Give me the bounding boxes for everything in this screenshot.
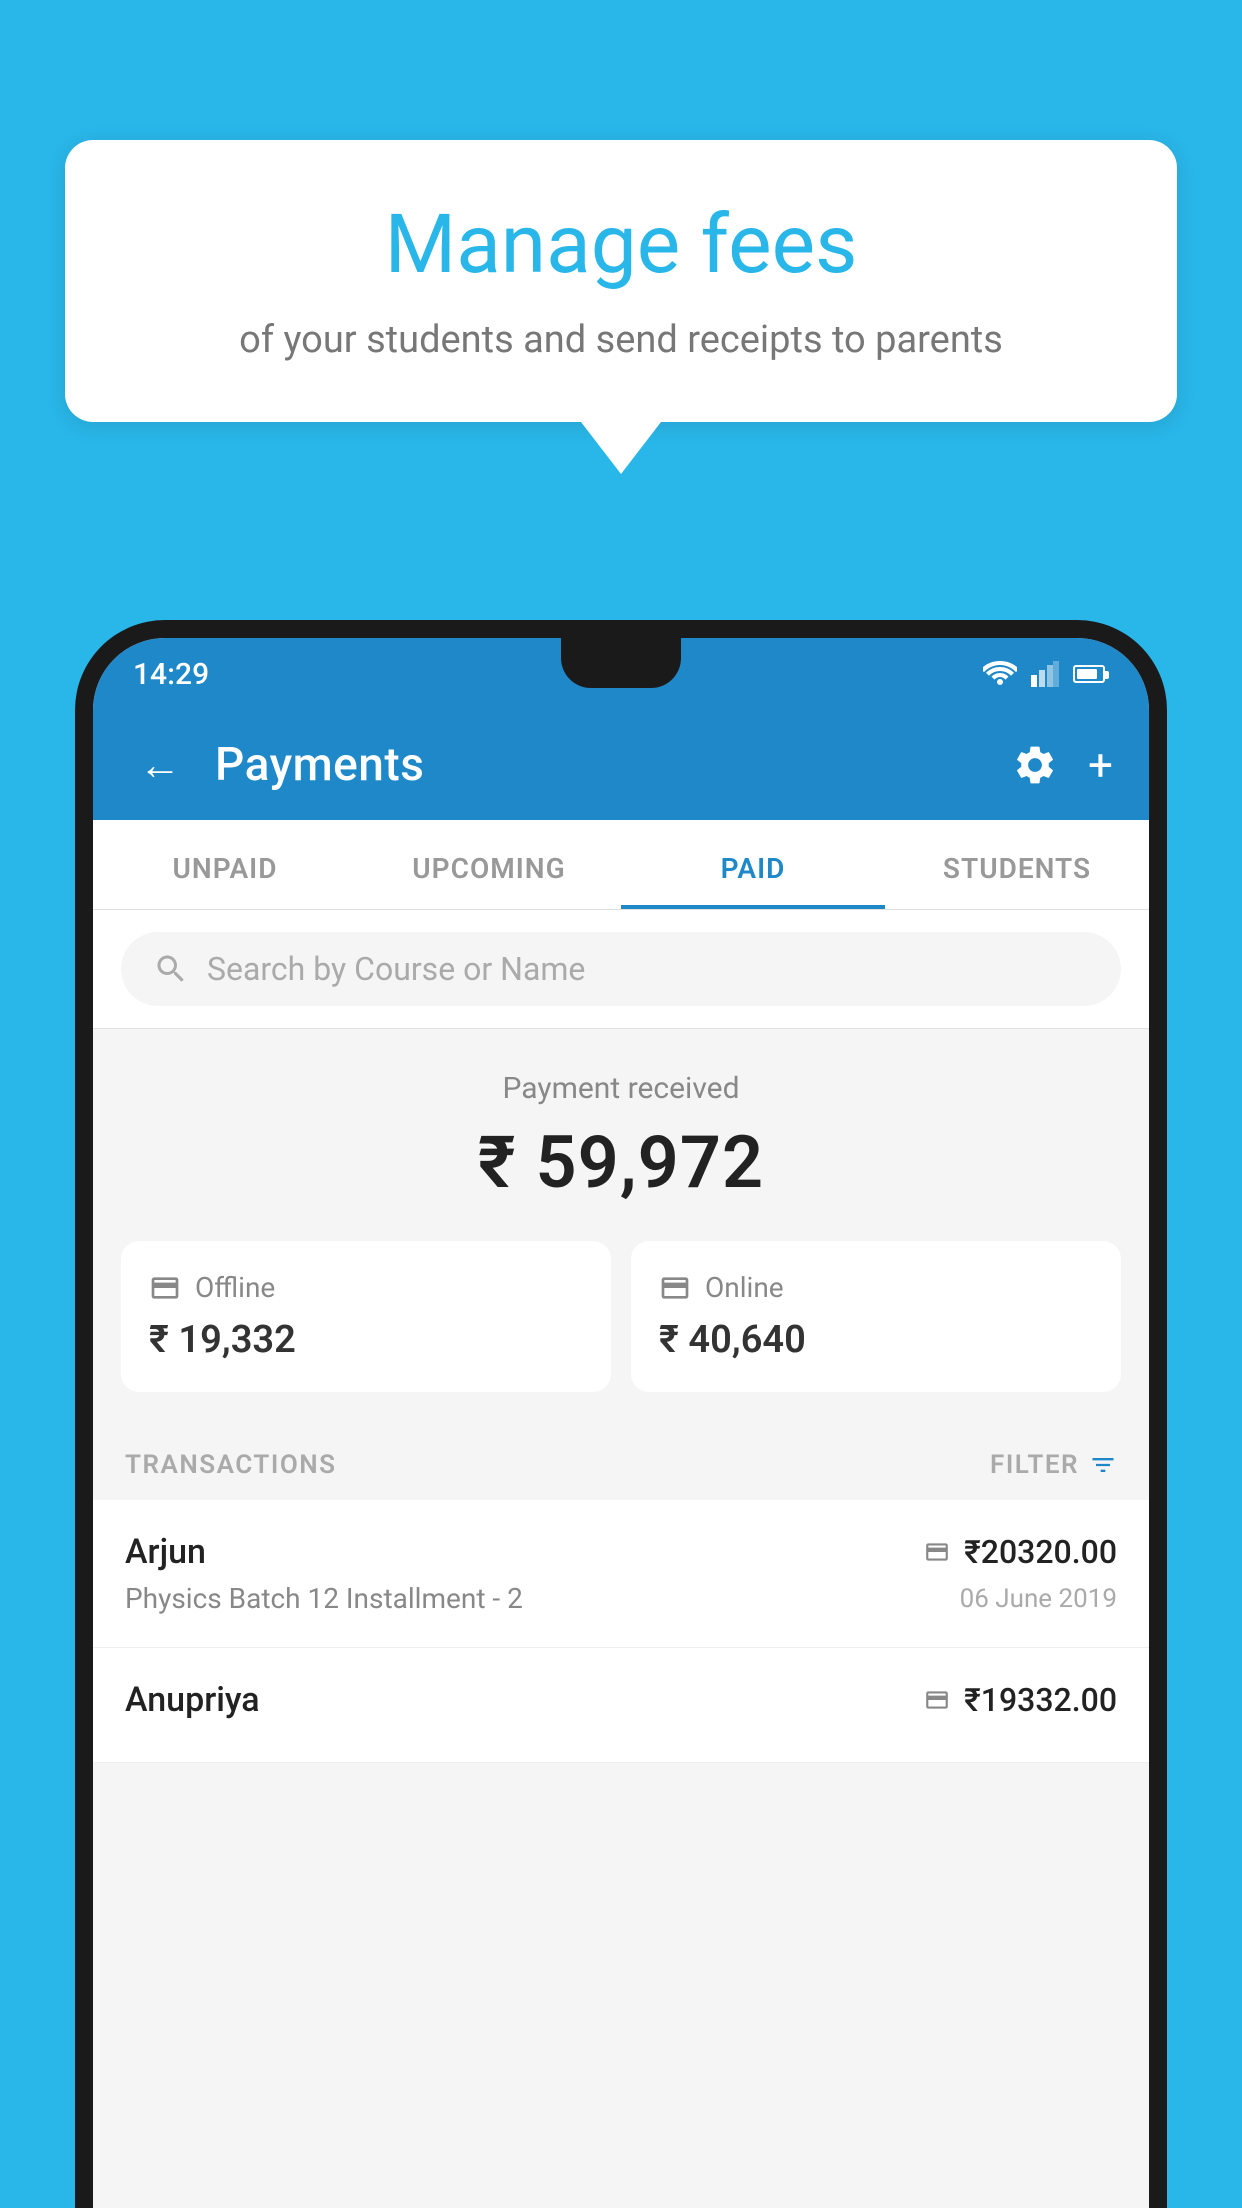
app-bar-actions: + (1012, 739, 1113, 791)
battery-icon (1073, 665, 1105, 683)
payment-total: ₹ 59,972 (93, 1120, 1149, 1205)
transaction-course-arjun: Physics Batch 12 Installment - 2 (125, 1582, 523, 1615)
speech-bubble: Manage fees of your students and send re… (65, 140, 1177, 422)
payment-received-label: Payment received (93, 1071, 1149, 1106)
transactions-label: TRANSACTIONS (125, 1450, 337, 1480)
payment-summary: Payment received ₹ 59,972 (93, 1029, 1149, 1241)
offline-payment-icon (922, 1687, 952, 1713)
offline-icon (149, 1272, 181, 1304)
amount-wrap-anupriya: ₹19332.00 (922, 1681, 1117, 1719)
search-container: Search by Course or Name (93, 910, 1149, 1029)
settings-icon[interactable] (1012, 742, 1058, 788)
phone-wrapper: 14:29 (75, 620, 1167, 2208)
online-icon (659, 1272, 691, 1304)
online-payment-icon (922, 1539, 952, 1565)
tab-upcoming[interactable]: UPCOMING (357, 820, 621, 909)
phone-inner: 14:29 (93, 638, 1149, 2208)
tabs-bar: UNPAID UPCOMING PAID STUDENTS (93, 820, 1149, 910)
status-bar: 14:29 (93, 638, 1149, 710)
offline-card: Offline ₹ 19,332 (121, 1241, 611, 1392)
transaction-date-arjun: 06 June 2019 (960, 1584, 1117, 1614)
signal-icon (1031, 661, 1059, 687)
online-card-header: Online (659, 1271, 1093, 1304)
back-button[interactable]: ← (129, 731, 191, 800)
transaction-amount-arjun: ₹20320.00 (964, 1533, 1117, 1571)
offline-amount: ₹ 19,332 (149, 1318, 583, 1362)
tab-paid[interactable]: PAID (621, 820, 885, 909)
notch (561, 638, 681, 688)
transaction-list: Arjun ₹20320.00 Physics Batch 12 Install… (93, 1500, 1149, 1763)
offline-card-header: Offline (149, 1271, 583, 1304)
transaction-name-arjun: Arjun (125, 1532, 206, 1572)
tab-unpaid[interactable]: UNPAID (93, 820, 357, 909)
status-icons (983, 661, 1109, 687)
transaction-top-arjun: Arjun ₹20320.00 (125, 1532, 1117, 1572)
transaction-bottom-arjun: Physics Batch 12 Installment - 2 06 June… (125, 1582, 1117, 1615)
online-card: Online ₹ 40,640 (631, 1241, 1121, 1392)
speech-bubble-wrapper: Manage fees of your students and send re… (65, 140, 1177, 474)
transaction-amount-anupriya: ₹19332.00 (964, 1681, 1117, 1719)
online-amount: ₹ 40,640 (659, 1318, 1093, 1362)
online-label: Online (705, 1271, 784, 1304)
transaction-name-anupriya: Anupriya (125, 1680, 260, 1720)
app-bar-title: Payments (215, 738, 988, 792)
bubble-subtitle: of your students and send receipts to pa… (145, 314, 1097, 367)
table-row: Anupriya ₹19332.00 (93, 1648, 1149, 1763)
app-bar: ← Payments + (93, 710, 1149, 820)
filter-label: FILTER (990, 1450, 1079, 1480)
status-time: 14:29 (133, 657, 209, 692)
wifi-icon (983, 661, 1017, 687)
bubble-title: Manage fees (145, 200, 1097, 290)
transactions-header: TRANSACTIONS FILTER (93, 1422, 1149, 1500)
phone-outer: 14:29 (75, 620, 1167, 2208)
amount-wrap-arjun: ₹20320.00 (922, 1533, 1117, 1571)
tab-students[interactable]: STUDENTS (885, 820, 1149, 909)
payment-cards: Offline ₹ 19,332 Online ₹ 40,640 (93, 1241, 1149, 1422)
search-box[interactable]: Search by Course or Name (121, 932, 1121, 1006)
search-icon (153, 951, 189, 987)
bubble-arrow (581, 422, 661, 474)
offline-label: Offline (195, 1271, 275, 1304)
search-placeholder: Search by Course or Name (207, 950, 585, 988)
table-row: Arjun ₹20320.00 Physics Batch 12 Install… (93, 1500, 1149, 1648)
filter-button[interactable]: FILTER (990, 1450, 1117, 1480)
add-button[interactable]: + (1088, 739, 1113, 791)
transaction-top-anupriya: Anupriya ₹19332.00 (125, 1680, 1117, 1720)
filter-icon (1089, 1451, 1117, 1479)
